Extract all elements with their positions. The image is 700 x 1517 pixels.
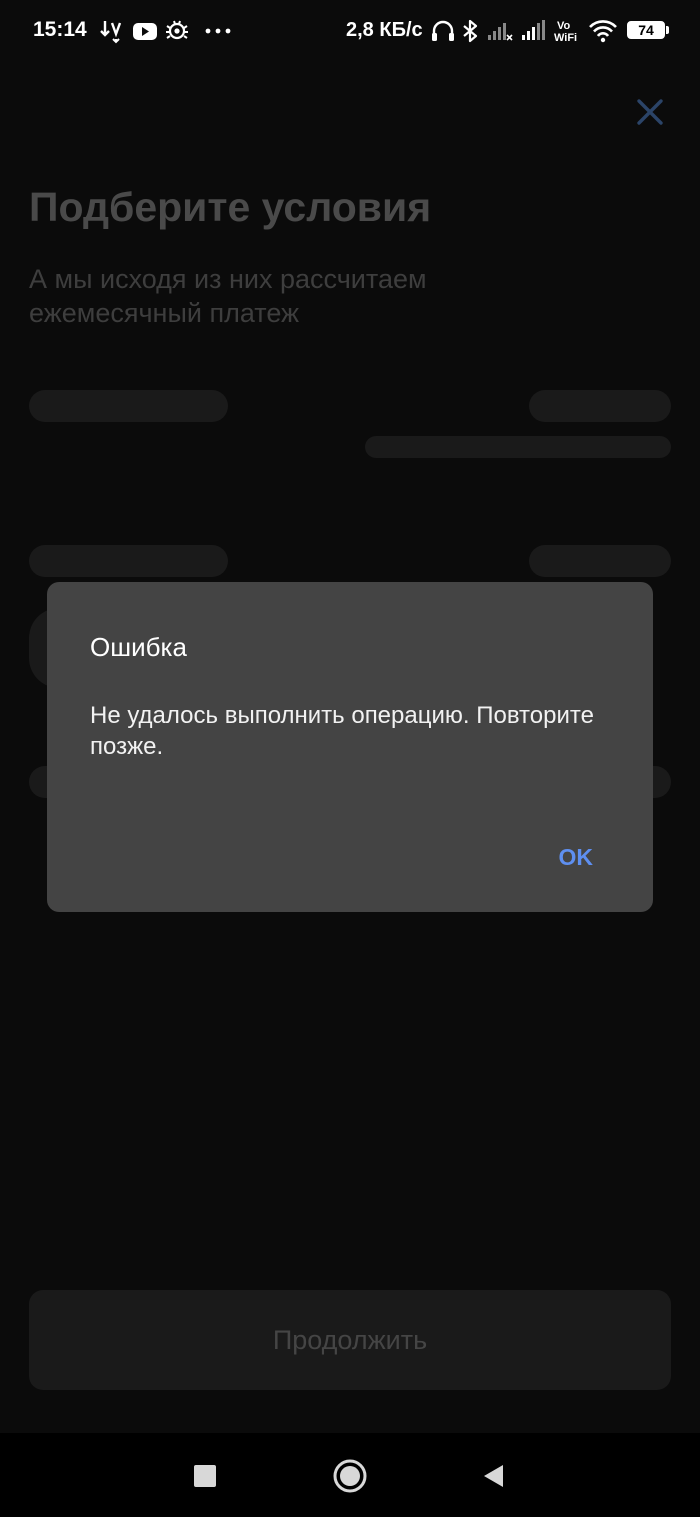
- more-dots-icon: [205, 28, 231, 34]
- page-title: Подберите условия: [29, 184, 432, 230]
- bug-icon: [166, 20, 188, 40]
- status-time: 15:14: [33, 18, 87, 41]
- error-dialog: Ошибка Не удалось выполнить операцию. По…: [47, 582, 653, 912]
- dialog-message: Не удалось выполнить операцию. Повторите…: [90, 702, 594, 760]
- close-icon[interactable]: [634, 96, 666, 128]
- skeleton-label-2: [29, 545, 228, 577]
- bluetooth-icon: [463, 19, 478, 43]
- youtube-icon: [133, 23, 157, 40]
- navigation-bar: [0, 1433, 700, 1517]
- battery-tip: [666, 26, 669, 34]
- vowifi-icon: Vo WiFi: [554, 20, 577, 44]
- wifi-icon: [589, 20, 617, 43]
- cell-signal-2-icon: [522, 20, 545, 40]
- skeleton-value-1: [529, 390, 671, 422]
- skeleton-label-1: [29, 390, 228, 422]
- skeleton-value-2: [529, 545, 671, 577]
- screen: 15:14 2,8 КБ/с Vo WiFi 74 Подберите усло…: [0, 0, 700, 1517]
- home-icon[interactable]: [331, 1457, 369, 1495]
- network-speed: 2,8 КБ/с: [346, 19, 423, 41]
- page-subtitle: А мы исходя из них рассчитаем ежемесячны…: [29, 264, 427, 328]
- back-icon[interactable]: [480, 1461, 510, 1491]
- continue-button[interactable]: Продолжить: [29, 1290, 671, 1390]
- headset-icon: [432, 20, 454, 41]
- cell-signal-1-icon: [488, 23, 513, 41]
- svg-text:Vo: Vo: [557, 20, 571, 32]
- recent-apps-icon[interactable]: [190, 1461, 220, 1491]
- battery-icon: 74: [627, 21, 665, 39]
- skeleton-slider-1: [365, 436, 671, 458]
- svg-text:WiFi: WiFi: [554, 32, 577, 44]
- battery-level: 74: [638, 22, 654, 38]
- download-arrows-icon: [100, 21, 122, 44]
- status-bar: 15:14 2,8 КБ/с Vo WiFi 74: [0, 0, 700, 64]
- ok-button[interactable]: OK: [559, 844, 594, 871]
- dialog-title: Ошибка: [90, 632, 187, 662]
